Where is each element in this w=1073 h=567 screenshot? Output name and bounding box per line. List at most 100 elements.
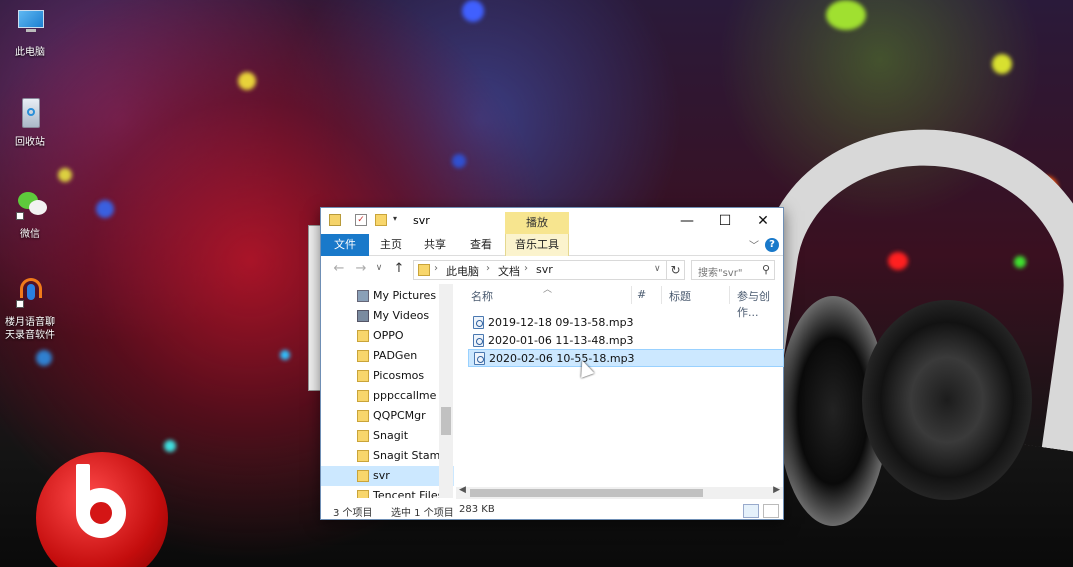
chevron-right-icon[interactable]: ›	[486, 263, 490, 274]
wechat-icon	[12, 188, 48, 224]
tab-file[interactable]: 文件	[321, 234, 369, 256]
breadcrumb-documents[interactable]: 文档	[498, 263, 520, 279]
folder-icon	[357, 490, 369, 498]
nav-item-oppo[interactable]: OPPO	[321, 326, 454, 346]
breadcrumb-this-pc[interactable]: 此电脑	[446, 263, 479, 279]
desktop-icon-wechat[interactable]: 微信	[0, 188, 60, 241]
nav-item-label: svr	[373, 469, 390, 482]
bokeh-light	[992, 54, 1012, 74]
bokeh-light	[826, 0, 866, 30]
column-header-title[interactable]: 标题	[669, 288, 691, 304]
beats-logo	[36, 452, 168, 567]
recent-dropdown-icon[interactable]: ∨	[371, 263, 387, 273]
nav-item-label: pppccallme	[373, 389, 437, 402]
nav-item-snagit[interactable]: Snagit	[321, 426, 454, 446]
status-item-count: 3 个项目	[333, 508, 373, 519]
bokeh-light	[58, 168, 72, 182]
chevron-right-icon[interactable]: ›	[434, 263, 438, 274]
search-icon: ⚲	[761, 263, 770, 276]
file-name: 2019-12-18 09-13-58.mp3	[488, 316, 634, 329]
folder-icon[interactable]	[375, 214, 387, 226]
column-divider[interactable]	[661, 286, 662, 304]
desktop-icon-this-pc[interactable]: 此电脑	[0, 6, 60, 59]
properties-icon[interactable]	[329, 214, 341, 226]
quick-access-dropdown-icon[interactable]: ▾	[393, 214, 405, 226]
column-header-name[interactable]: 名称	[471, 288, 493, 304]
chevron-down-icon[interactable]: ﹀	[749, 237, 759, 252]
nav-item-label: Tencent Files	[373, 489, 444, 498]
column-divider[interactable]	[631, 286, 632, 304]
pictures-icon	[357, 290, 369, 302]
tab-view[interactable]: 查看	[463, 234, 499, 256]
desktop-icon-label: 回收站	[15, 137, 45, 148]
back-arrow-icon[interactable]: ←	[331, 261, 347, 276]
window-title: svr	[413, 214, 430, 227]
nav-item-snagit-stamp[interactable]: Snagit Stamp	[321, 446, 454, 466]
title-bar[interactable]: ✓ ▾ svr 播放 — ☐ ✕	[321, 208, 783, 234]
bokeh-light	[164, 440, 176, 452]
computer-icon	[12, 6, 48, 42]
nav-item-label: PADGen	[373, 349, 418, 362]
nav-item-svr[interactable]: svr	[321, 466, 454, 486]
file-row[interactable]: 2020-01-06 11-13-48.mp3	[468, 332, 784, 350]
search-input[interactable]: 搜索"svr" ⚲	[691, 260, 775, 280]
audio-file-icon	[473, 316, 484, 329]
scroll-right-icon[interactable]: ▶	[773, 485, 780, 495]
bokeh-light	[280, 350, 290, 360]
maximize-button[interactable]: ☐	[705, 208, 745, 234]
nav-item-padgen[interactable]: PADGen	[321, 346, 454, 366]
nav-item-my-videos[interactable]: My Videos	[321, 306, 454, 326]
contextual-tab-play[interactable]: 播放	[505, 212, 569, 234]
folder-icon	[357, 330, 369, 342]
folder-icon	[357, 430, 369, 442]
microphone-icon	[12, 276, 48, 312]
check-icon[interactable]: ✓	[355, 214, 367, 226]
nav-item-qqpcmgr[interactable]: QQPCMgr	[321, 406, 454, 426]
folder-icon	[418, 264, 430, 276]
sort-ascending-icon: ︿	[543, 285, 553, 295]
scrollbar-thumb[interactable]	[470, 489, 703, 497]
desktop-icon-recycle-bin[interactable]: 回收站	[0, 96, 60, 149]
column-header-number[interactable]: #	[637, 288, 646, 301]
navigation-pane: My Pictures My Videos OPPO PADGen Picosm…	[321, 284, 454, 498]
bokeh-light	[36, 350, 52, 366]
chevron-down-icon[interactable]: ∨	[654, 264, 661, 274]
status-size: 283 KB	[459, 504, 495, 515]
scrollbar-thumb[interactable]	[441, 407, 451, 435]
minimize-button[interactable]: —	[667, 208, 707, 234]
nav-item-tencent-files[interactable]: Tencent Files	[321, 486, 454, 498]
headphones-right-cup	[862, 300, 1032, 500]
search-placeholder: 搜索"svr"	[698, 268, 743, 279]
nav-item-my-pictures[interactable]: My Pictures	[321, 286, 454, 306]
close-button[interactable]: ✕	[743, 208, 783, 234]
folder-icon	[357, 350, 369, 362]
address-bar[interactable]: › 此电脑 › 文档 › svr ∨	[413, 260, 667, 280]
tab-share[interactable]: 共享	[417, 234, 453, 256]
forward-arrow-icon[interactable]: →	[353, 261, 369, 276]
status-selected-count: 选中 1 个项目	[391, 508, 454, 519]
tab-music-tools[interactable]: 音乐工具	[505, 234, 569, 256]
ribbon-tabs: 文件 主页 共享 查看 音乐工具 ﹀ ?	[321, 234, 783, 256]
nav-item-label: My Videos	[373, 309, 430, 322]
audio-file-icon	[474, 352, 485, 365]
refresh-button[interactable]: ↻	[667, 260, 685, 280]
folder-icon	[357, 450, 369, 462]
nav-pane-scrollbar[interactable]	[439, 284, 453, 498]
videos-icon	[357, 310, 369, 322]
tab-home[interactable]: 主页	[373, 234, 409, 256]
audio-file-icon	[473, 334, 484, 347]
desktop-icon-recorder[interactable]: 楼月语音聊 天录音软件	[0, 276, 60, 342]
nav-item-pppccallme[interactable]: pppccallme	[321, 386, 454, 406]
file-row[interactable]: 2019-12-18 09-13-58.mp3	[468, 314, 784, 332]
column-divider[interactable]	[729, 286, 730, 304]
breadcrumb-svr[interactable]: svr	[536, 263, 553, 276]
large-icons-view-button[interactable]	[763, 504, 779, 518]
chevron-right-icon[interactable]: ›	[524, 263, 528, 274]
file-list-horizontal-scrollbar[interactable]: ◀ ▶	[456, 485, 783, 499]
scroll-left-icon[interactable]: ◀	[459, 485, 466, 495]
file-row[interactable]: 2020-02-06 10-55-18.mp3	[468, 349, 784, 367]
up-arrow-icon[interactable]: ↑	[391, 261, 407, 276]
nav-item-picosmos[interactable]: Picosmos	[321, 366, 454, 386]
help-icon[interactable]: ?	[765, 238, 779, 252]
details-view-button[interactable]	[743, 504, 759, 518]
